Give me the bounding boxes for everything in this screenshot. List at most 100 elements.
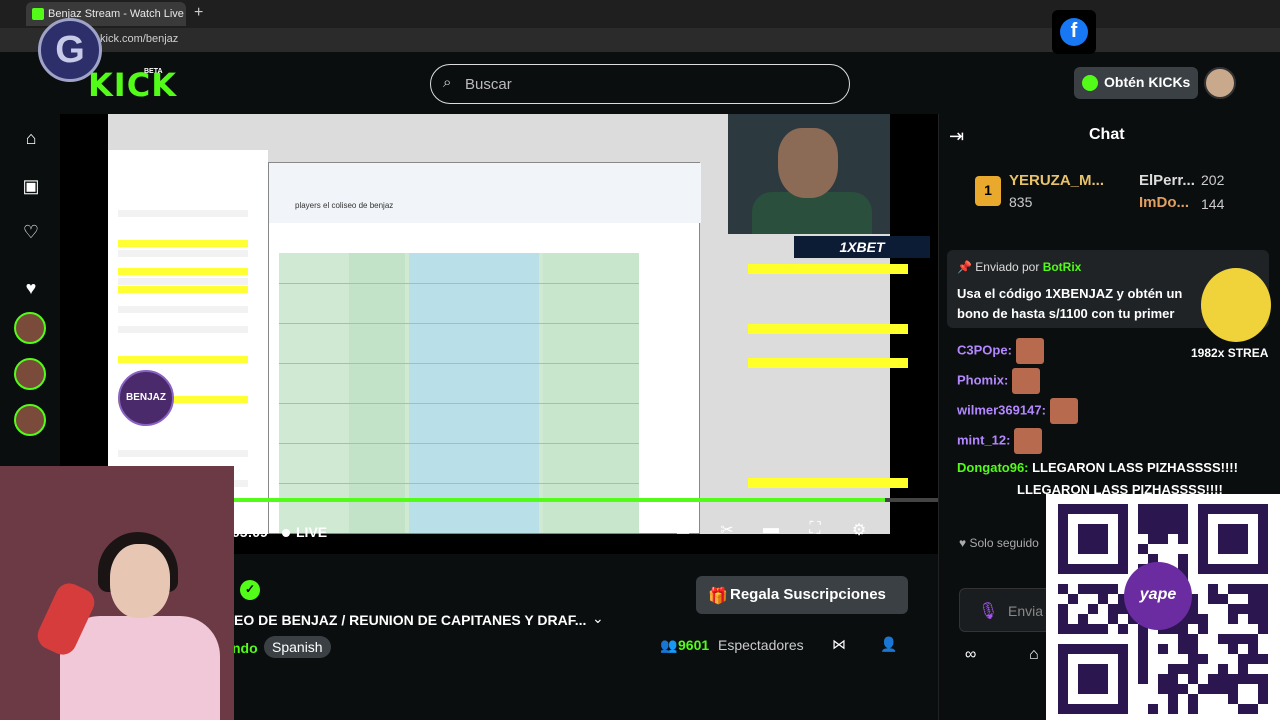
user-avatar[interactable]: [1204, 67, 1236, 99]
qr-module: [1178, 644, 1188, 654]
viewers-icon: 👥: [660, 637, 678, 653]
top-gifter-name[interactable]: ElPerr...: [1139, 172, 1195, 189]
follow-user-icon[interactable]: 👤: [880, 636, 897, 653]
search-placeholder: Buscar: [465, 76, 512, 93]
qr-module: [1158, 534, 1168, 544]
chat-username[interactable]: wilmer369147:: [957, 402, 1046, 417]
qr-module: [1168, 524, 1178, 534]
qr-module: [1228, 644, 1238, 654]
qr-module: [1188, 644, 1198, 654]
sponsor-banner: 1XBET: [794, 236, 930, 258]
get-kicks-button[interactable]: Obtén KICKs: [1074, 67, 1198, 99]
pinned-bot-name[interactable]: BotRix: [1043, 260, 1082, 274]
qr-module: [1058, 604, 1068, 614]
qr-module: [1138, 664, 1148, 674]
qr-module: [1248, 614, 1258, 624]
qr-module: [1258, 584, 1268, 594]
qr-module: [1168, 704, 1178, 714]
qr-module: [1248, 674, 1258, 684]
spreadsheet-grid: [279, 253, 639, 533]
qr-module: [1218, 664, 1228, 674]
beta-label: BETA: [144, 68, 163, 75]
qr-module: [1208, 584, 1218, 594]
qr-module: [1138, 674, 1148, 684]
qr-module: [1158, 514, 1168, 524]
qr-module: [1058, 624, 1068, 634]
qr-module: [1178, 664, 1188, 674]
chat-username[interactable]: Dongato96:: [957, 460, 1029, 475]
followed-channel-avatar[interactable]: [14, 358, 46, 390]
clip-icon[interactable]: ✂: [716, 520, 738, 542]
live-label: LIVE: [296, 524, 328, 540]
qr-module: [1168, 674, 1178, 684]
pin-icon: 📌: [957, 260, 972, 274]
qr-module: [1248, 594, 1258, 604]
qr-module: [1158, 504, 1168, 514]
qr-module: [1188, 614, 1198, 624]
qr-module: [1258, 614, 1268, 624]
spreadsheet-window: players el coliseo de benjaz: [268, 162, 701, 534]
language-tag[interactable]: Spanish: [264, 636, 331, 658]
qr-module: [1088, 584, 1098, 594]
qr-module: [1198, 614, 1208, 624]
qr-module: [1068, 624, 1078, 634]
qr-module: [1258, 654, 1268, 664]
chat-username[interactable]: mint_12:: [957, 432, 1010, 447]
qr-module: [1188, 654, 1198, 664]
qr-module: [1248, 604, 1258, 614]
gift-subs-label: Regala Suscripciones: [730, 586, 886, 603]
fullscreen-icon[interactable]: ⛶: [804, 520, 826, 542]
qr-module: [1168, 664, 1178, 674]
followed-channel-avatar[interactable]: [14, 404, 46, 436]
qr-module: [1238, 604, 1248, 614]
new-tab-icon[interactable]: +: [194, 4, 203, 22]
qr-module: [1088, 624, 1098, 634]
store-icon[interactable]: ⌂: [1029, 646, 1039, 664]
qr-module: [1138, 544, 1148, 554]
qr-module: [1238, 674, 1248, 684]
settings-gear-icon[interactable]: ⚙: [848, 520, 870, 542]
qr-module: [1138, 514, 1148, 524]
home-icon[interactable]: ⌂: [20, 128, 42, 150]
community-points-icon[interactable]: ∞: [965, 646, 976, 664]
microphone-icon: 🎙: [978, 603, 999, 620]
search-input[interactable]: ⌕ Buscar: [430, 64, 850, 104]
pip-icon[interactable]: ▭: [672, 520, 694, 542]
browser-tab[interactable]: Benjaz Stream - Watch Live on Ki: [26, 2, 186, 26]
gift-subs-button[interactable]: 🎁 Regala Suscripciones: [696, 576, 908, 614]
qr-module: [1218, 684, 1228, 694]
qr-module: [1148, 504, 1158, 514]
rank-1-icon: 1: [975, 176, 1001, 206]
category-link[interactable]: ndo: [232, 640, 258, 656]
top-gifter-count: 835: [1009, 194, 1033, 210]
share-icon[interactable]: ⋈: [832, 636, 846, 653]
qr-module: [1228, 604, 1238, 614]
pinned-text: Usa el código 1XBENJAZ y obtén un bono d…: [957, 286, 1183, 321]
qr-module: [1208, 684, 1218, 694]
channel-overlay-logo: G: [38, 18, 102, 82]
theater-mode-icon[interactable]: ▬: [760, 520, 782, 542]
top-gifter-name[interactable]: ImDo...: [1139, 194, 1189, 211]
qr-module: [1228, 584, 1238, 594]
url-text: kick.com/benjaz: [100, 33, 179, 45]
qr-module: [1108, 604, 1118, 614]
yape-logo: yape: [1124, 562, 1192, 630]
qr-module: [1188, 634, 1198, 644]
qr-module: [1218, 594, 1228, 604]
qr-module: [1078, 584, 1088, 594]
followed-channel-avatar[interactable]: [14, 312, 46, 344]
kick-logo[interactable]: KICK: [88, 66, 177, 104]
yape-qr-code: yape: [1046, 494, 1280, 720]
chat-username[interactable]: Phomix:: [957, 372, 1008, 387]
top-gifter-name[interactable]: YERUZA_M...: [1009, 172, 1104, 189]
qr-module: [1208, 674, 1218, 684]
chat-username[interactable]: C3POpe:: [957, 342, 1012, 357]
favorites-icon[interactable]: ♥: [20, 278, 42, 300]
collapse-chat-icon[interactable]: ⇥: [949, 126, 964, 147]
chat-message: mint_12:: [957, 428, 1043, 454]
following-icon[interactable]: ♡: [20, 222, 42, 244]
qr-module: [1228, 674, 1238, 684]
qr-module: [1178, 504, 1188, 514]
chevron-down-icon[interactable]: ⌄: [592, 610, 604, 627]
browse-icon[interactable]: ▣: [20, 176, 42, 198]
